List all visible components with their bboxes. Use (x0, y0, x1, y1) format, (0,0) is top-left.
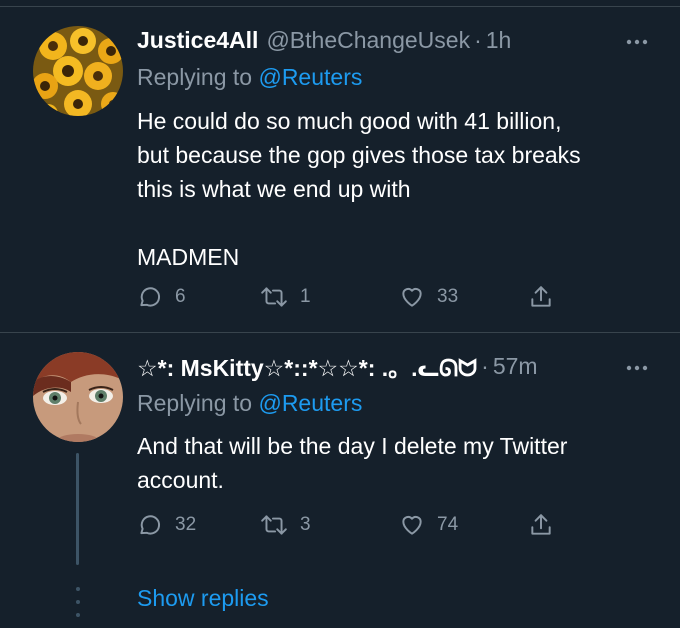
thread-line (76, 453, 79, 565)
reply-count: 6 (175, 286, 186, 307)
retweet-count: 3 (300, 514, 311, 535)
tweet-text-line: And that will be the day I delete my Twi… (137, 433, 568, 459)
tweet-text-line: but because the gop gives those tax brea… (137, 142, 581, 168)
share-button[interactable] (528, 282, 554, 312)
tweet[interactable]: ☆*: MsKitty☆*::*☆☆*: .。.ᓚᘏᗢ · 57m Replyi… (0, 333, 680, 628)
share-button[interactable] (528, 510, 554, 540)
retweet-icon (260, 284, 288, 310)
retweet-button[interactable]: 3 (260, 510, 311, 540)
tweet[interactable]: Justice4All @BtheChangeUsek · 1h Replyin… (0, 7, 680, 333)
thread-dots (73, 587, 83, 617)
tweet-text: He could do so much good with 41 billion… (137, 104, 657, 274)
replying-to-label: Replying to (137, 390, 253, 416)
display-name[interactable]: Justice4All (137, 27, 258, 54)
avatar[interactable] (33, 352, 123, 442)
retweet-button[interactable]: 1 (260, 282, 311, 312)
display-name[interactable]: ☆*: MsKitty☆*::*☆☆*: .。.ᓚᘏᗢ (137, 349, 477, 383)
reply-button[interactable]: 6 (137, 282, 186, 312)
replying-to-label: Replying to (137, 64, 253, 90)
mention-link[interactable]: @Reuters (258, 390, 362, 416)
more-dots-icon[interactable] (626, 25, 648, 51)
reply-button[interactable]: 32 (137, 510, 196, 540)
reply-count: 32 (175, 514, 197, 535)
timestamp[interactable]: 1h (486, 27, 512, 54)
separator: · (481, 352, 489, 379)
retweet-count: 1 (300, 286, 311, 307)
show-replies-link[interactable]: Show replies (137, 585, 269, 612)
tweet-header: ☆*: MsKitty☆*::*☆☆*: .。.ᓚᘏᗢ · 57m (137, 349, 660, 383)
like-count: 74 (437, 514, 459, 535)
tweet-text: And that will be the day I delete my Twi… (137, 429, 657, 497)
more-dots-icon[interactable] (626, 351, 648, 377)
share-icon (528, 512, 554, 538)
tweet-text-line: MADMEN (137, 244, 240, 270)
user-handle[interactable]: @BtheChangeUsek (266, 27, 470, 54)
timestamp[interactable]: 57m (493, 353, 538, 380)
replying-to: Replying to @Reuters (137, 64, 362, 91)
reply-icon (137, 284, 163, 310)
action-bar: 32 3 74 (137, 510, 577, 540)
reply-icon (137, 512, 163, 538)
avatar[interactable] (33, 26, 123, 116)
share-icon (528, 284, 554, 310)
like-button[interactable]: 33 (399, 282, 458, 312)
mention-link[interactable]: @Reuters (258, 64, 362, 90)
tweet-header: Justice4All @BtheChangeUsek · 1h (137, 25, 660, 55)
action-bar: 6 1 33 (137, 282, 577, 312)
heart-icon (399, 284, 425, 310)
heart-icon (399, 512, 425, 538)
tweet-text-line: He could do so much good with 41 billion… (137, 108, 562, 134)
replying-to: Replying to @Reuters (137, 390, 362, 417)
separator: · (474, 26, 482, 53)
like-count: 33 (437, 286, 459, 307)
tweet-text-line: account. (137, 467, 224, 493)
tweet-text-line: this is what we end up with (137, 176, 411, 202)
like-button[interactable]: 74 (399, 510, 458, 540)
retweet-icon (260, 512, 288, 538)
